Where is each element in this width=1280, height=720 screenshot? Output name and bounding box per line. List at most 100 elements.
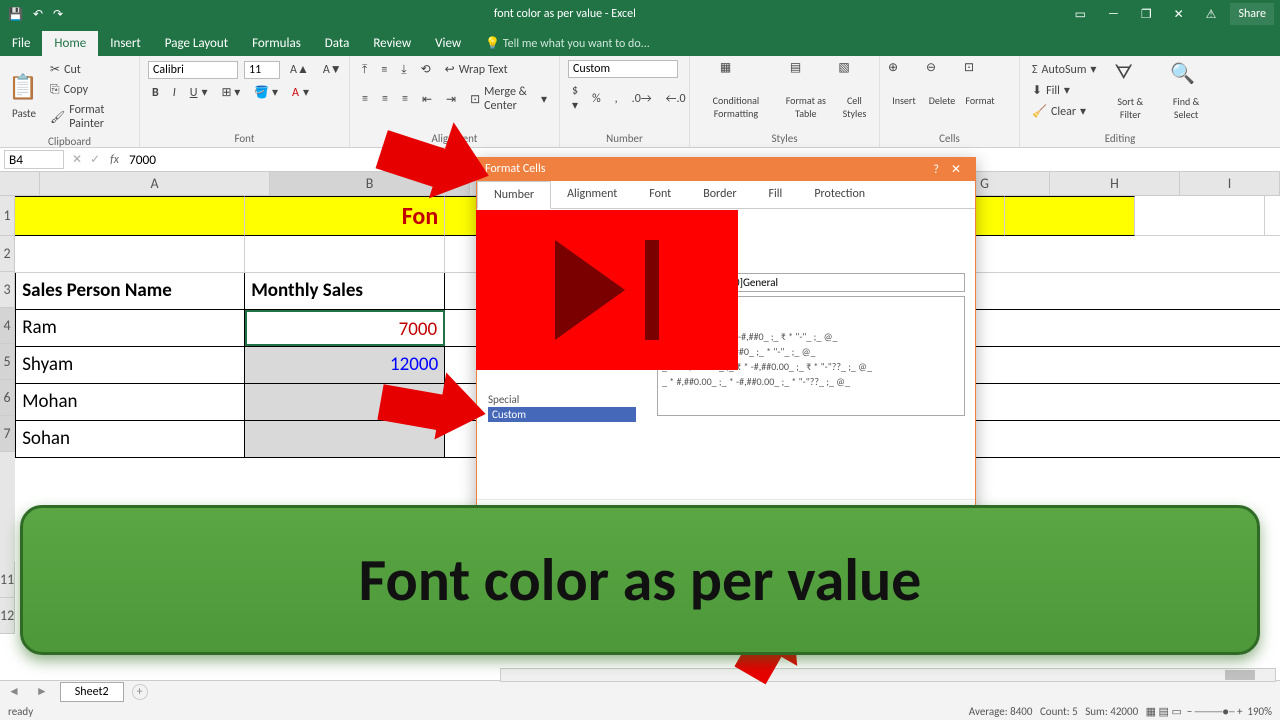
tab-view[interactable]: View — [423, 31, 473, 56]
underline-button[interactable]: U ▾ — [186, 83, 212, 102]
cell-a7[interactable]: Sohan — [15, 421, 245, 457]
wrap-text-button[interactable]: ↩ Wrap Text — [441, 60, 512, 79]
sheet-nav-prev-icon[interactable]: ◄ — [0, 684, 28, 699]
sheet-tab[interactable]: Sheet2 — [60, 682, 124, 702]
decrease-font-icon[interactable]: A▼ — [319, 60, 346, 79]
tab-home[interactable]: Home — [42, 31, 98, 56]
cell-b4[interactable]: 7000 — [245, 310, 445, 346]
font-size-input[interactable] — [244, 61, 280, 79]
zoom-level[interactable]: 190% — [1247, 705, 1272, 718]
indent-dec-icon[interactable]: ⇤ — [418, 90, 436, 109]
cond-format-icon[interactable]: ▦ — [720, 60, 752, 92]
row-head-3[interactable]: 3 — [0, 272, 15, 308]
col-head-h[interactable]: H — [1050, 172, 1180, 195]
tab-review[interactable]: Review — [361, 31, 423, 56]
orientation-icon[interactable]: ⟲ — [417, 60, 435, 79]
cell-b1[interactable]: Fon — [245, 196, 445, 236]
number-format-select[interactable] — [568, 60, 678, 78]
view-normal-icon[interactable]: ▦ — [1146, 705, 1156, 718]
italic-button[interactable]: I — [169, 84, 180, 102]
fill-color-button[interactable]: 🪣 ▾ — [250, 83, 282, 102]
font-name-input[interactable] — [148, 61, 238, 79]
tab-insert[interactable]: Insert — [98, 31, 153, 56]
select-all-corner[interactable] — [0, 172, 40, 195]
cell-g1[interactable] — [1005, 196, 1135, 236]
dialog-tab-border[interactable]: Border — [687, 181, 752, 208]
font-color-button[interactable]: A ▾ — [288, 83, 313, 102]
row-head-12[interactable]: 12 — [0, 598, 15, 634]
align-right-icon[interactable]: ≡ — [398, 90, 412, 108]
cell-a4[interactable]: Ram — [15, 310, 245, 346]
cell-a3[interactable]: Sales Person Name — [15, 273, 245, 309]
share-button[interactable]: Share — [1230, 3, 1274, 25]
format-painter-button[interactable]: 🖌 Format Painter — [46, 101, 131, 133]
cell-i1[interactable] — [1265, 196, 1280, 236]
dialog-close-icon[interactable]: ✕ — [945, 163, 967, 177]
play-overlay[interactable] — [476, 210, 738, 370]
sort-filter-icon[interactable]: ᗊ — [1114, 61, 1146, 93]
maximize-icon[interactable]: ❐ — [1133, 3, 1160, 26]
tell-me[interactable]: 💡 Tell me what you want to do... — [473, 31, 662, 56]
dialog-tab-protection[interactable]: Protection — [798, 181, 881, 208]
close-icon[interactable]: ✕ — [1166, 3, 1192, 26]
zoom-in-icon[interactable]: + — [1237, 705, 1242, 718]
indent-inc-icon[interactable]: ⇥ — [442, 90, 460, 109]
align-middle-icon[interactable]: ≡ — [377, 61, 391, 79]
merge-center-button[interactable]: ⊡ Merge & Center ▾ — [466, 83, 551, 115]
view-layout-icon[interactable]: ▤ — [1159, 705, 1169, 718]
align-center-icon[interactable]: ≡ — [378, 90, 392, 108]
minimize-icon[interactable]: — — [1100, 3, 1127, 25]
tab-data[interactable]: Data — [313, 31, 362, 56]
comma-icon[interactable]: , — [611, 90, 622, 108]
clear-button[interactable]: 🧹 Clear ▾ — [1028, 102, 1100, 121]
cell-a6[interactable]: Mohan — [15, 384, 245, 420]
row-head-6[interactable]: 6 — [0, 380, 15, 416]
cell-b5[interactable]: 12000 — [245, 347, 445, 383]
cell-b2[interactable] — [245, 236, 445, 272]
cell-styles-icon[interactable]: ▧ — [838, 60, 870, 92]
bold-button[interactable]: B — [148, 84, 163, 102]
fx-icon[interactable]: fx — [104, 153, 125, 167]
dialog-help-icon[interactable]: ? — [927, 163, 945, 177]
insert-cells-icon[interactable]: ⊕ — [888, 60, 920, 92]
format-cells-icon[interactable]: ⊡ — [964, 60, 996, 92]
percent-icon[interactable]: % — [588, 90, 605, 108]
border-button[interactable]: ⊞ ▾ — [218, 83, 245, 102]
inc-decimal-icon[interactable]: .0→ — [628, 90, 656, 108]
align-top-icon[interactable]: ⤒ — [358, 61, 371, 79]
align-left-icon[interactable]: ≡ — [358, 90, 372, 108]
currency-icon[interactable]: $ ▾ — [568, 82, 582, 115]
dialog-tab-font[interactable]: Font — [633, 181, 687, 208]
fill-button[interactable]: ⬇ Fill ▾ — [1028, 81, 1100, 100]
row-head-7[interactable]: 7 — [0, 416, 15, 452]
increase-font-icon[interactable]: A▲ — [286, 60, 313, 79]
row-head-11[interactable]: 11 — [0, 562, 15, 598]
tab-formulas[interactable]: Formulas — [240, 31, 313, 56]
cut-button[interactable]: ✂ Cut — [46, 60, 131, 79]
delete-cells-icon[interactable]: ⊖ — [926, 60, 958, 92]
zoom-out-icon[interactable]: − — [1187, 705, 1192, 718]
copy-button[interactable]: ⎘ Copy — [46, 81, 131, 99]
cell-a1[interactable] — [15, 196, 245, 236]
new-sheet-icon[interactable]: + — [132, 684, 148, 700]
dialog-tab-number[interactable]: Number — [477, 181, 551, 209]
row-head-5[interactable]: 5 — [0, 344, 15, 380]
format-table-icon[interactable]: ▤ — [790, 60, 822, 92]
col-head-i[interactable]: I — [1180, 172, 1280, 195]
undo-icon[interactable]: ↶ — [33, 7, 43, 22]
enter-formula-icon[interactable]: ✓ — [86, 152, 104, 167]
paste-icon[interactable]: 📋 — [8, 73, 40, 105]
dialog-tab-fill[interactable]: Fill — [753, 181, 799, 208]
cell-a2[interactable] — [15, 236, 245, 272]
tab-pagelayout[interactable]: Page Layout — [153, 31, 240, 56]
save-icon[interactable]: 💾 — [8, 7, 23, 22]
ribbon-options-icon[interactable]: ▭ — [1067, 3, 1094, 26]
sheet-nav-next-icon[interactable]: ► — [28, 684, 56, 699]
category-special[interactable]: Special — [488, 393, 519, 406]
cell-h1[interactable] — [1135, 196, 1265, 236]
row-head-1[interactable]: 1 — [0, 196, 15, 236]
cell-b3[interactable]: Monthly Sales — [245, 273, 445, 309]
horizontal-scrollbar[interactable] — [500, 668, 1276, 682]
row-head-2[interactable]: 2 — [0, 236, 15, 272]
category-custom[interactable]: Custom — [488, 407, 636, 422]
